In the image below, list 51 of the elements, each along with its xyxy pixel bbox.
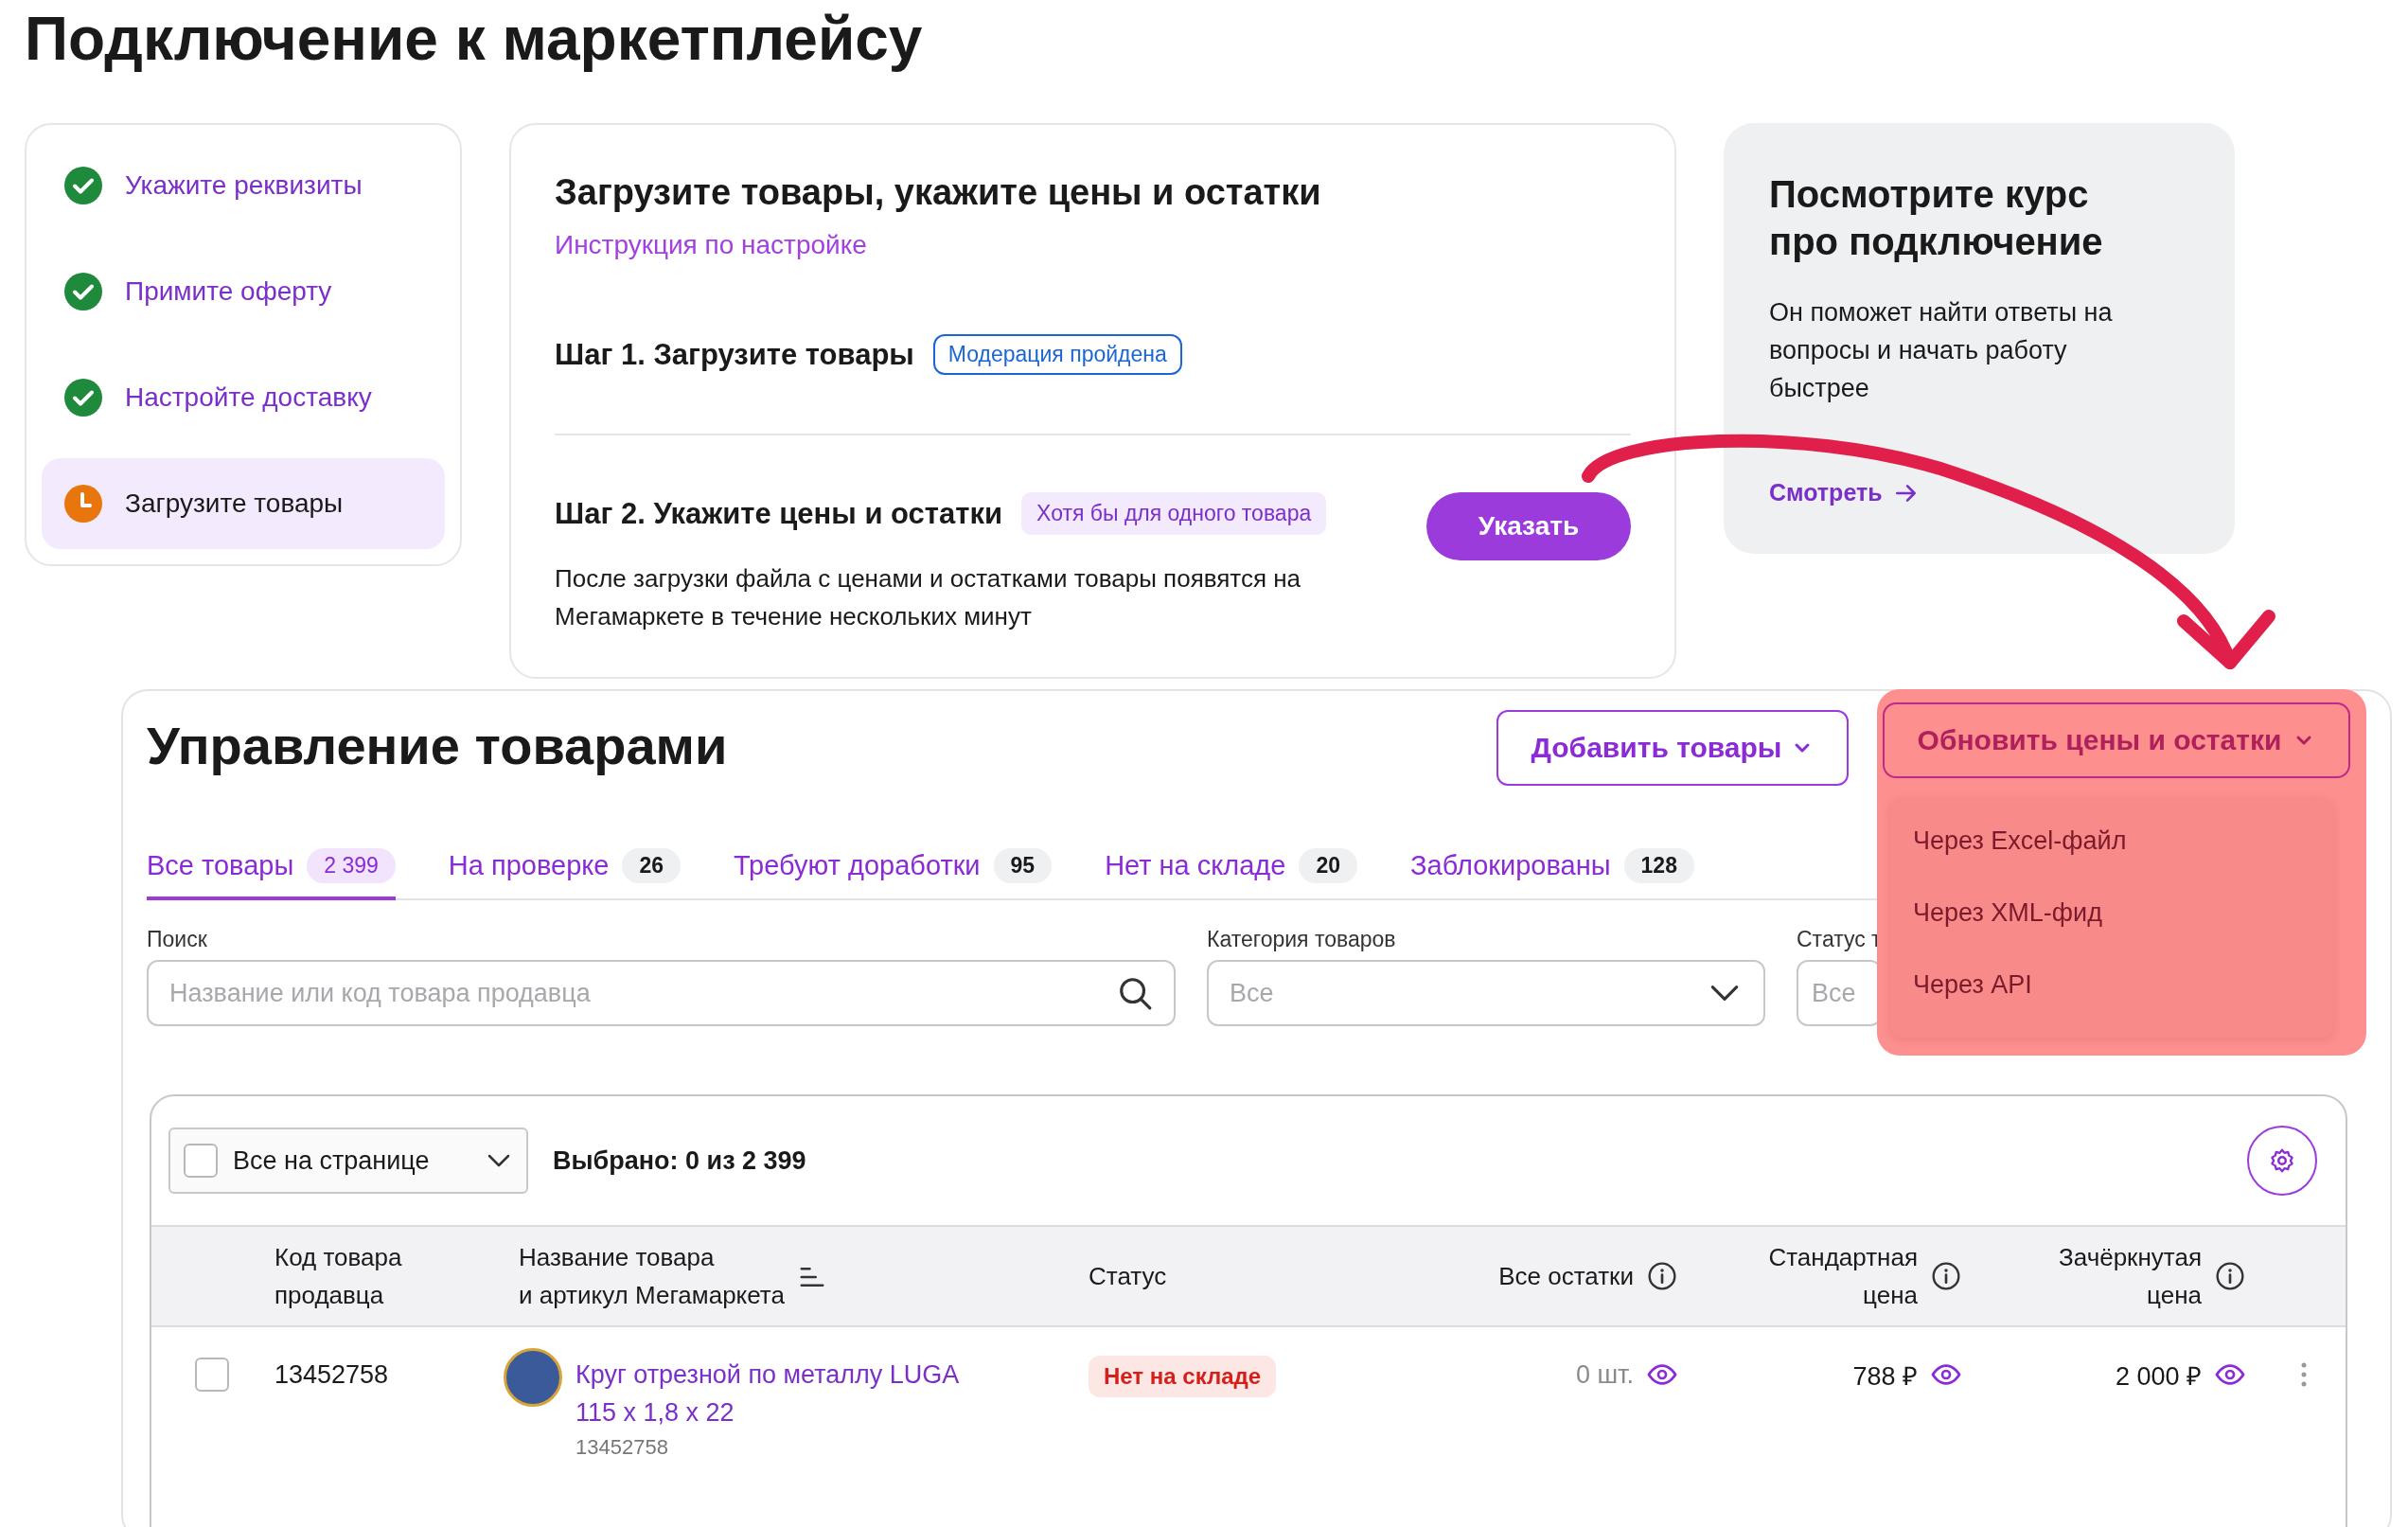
search-icon	[1117, 975, 1153, 1011]
menu-item[interactable]: Через API	[1890, 949, 2333, 1021]
status-badge: Модерация пройдена	[932, 334, 1182, 375]
tab[interactable]: На проверке 26	[448, 848, 682, 900]
step-item[interactable]: Настройте доставку	[42, 352, 445, 443]
select-all-dropdown[interactable]: Все на странице	[168, 1127, 528, 1194]
product-link[interactable]: Круг отрезной по металлу LUGA 115 х 1,8 х 22	[575, 1356, 992, 1431]
table-cell: 0 шт.	[1575, 1359, 1634, 1390]
tab[interactable]: Все товары 2 399	[147, 848, 396, 900]
step-item[interactable]: Укажите реквизиты	[42, 140, 445, 231]
table-cell: 13452758	[274, 1359, 389, 1390]
step-item[interactable]: Примите оферту	[42, 246, 445, 337]
card-text: Он поможет найти ответы на вопросы и начать работу быстрее	[1769, 297, 2114, 404]
column-header: Код товара продавца	[274, 1242, 402, 1311]
page-title: Подключение к маркетплейсу	[24, 4, 923, 75]
column-header: Зачёркнутая цена	[2059, 1242, 2202, 1311]
info-icon[interactable]	[1647, 1261, 1677, 1291]
column-header: Статус	[1089, 1261, 1167, 1292]
table-cell-text: 788 ₽	[1852, 1360, 1918, 1393]
more-icon[interactable]	[2300, 1361, 2308, 1388]
card-title: Загрузите товары, укажите цены и остатки	[555, 172, 1322, 213]
tab[interactable]: Требуют доработки 95	[734, 848, 1053, 900]
selection-count: Выбрано: 0 из 2 399	[553, 1145, 807, 1176]
checkbox[interactable]	[184, 1144, 218, 1178]
tab[interactable]: Нет на складе 20	[1105, 848, 1357, 900]
column-header: Стандартная цена	[1768, 1242, 1918, 1311]
step-description: После загрузки файла с ценами и остатками товары появятся на Мегамаркете в течение нескольких минут	[555, 563, 1302, 632]
add-products-button[interactable]: Добавить товары	[1496, 710, 1849, 786]
column-header: Название товара и артикул Мегамаркета	[519, 1242, 785, 1311]
menu-item[interactable]: Через XML-фид	[1890, 877, 2333, 949]
status-badge: Нет на складе	[1089, 1356, 1277, 1397]
specify-button[interactable]: Указать	[1426, 492, 1631, 560]
sku-text: 13452758	[575, 1435, 669, 1460]
watch-link[interactable]: Смотреть	[1769, 479, 1919, 506]
gear-icon	[2268, 1146, 2296, 1175]
info-icon[interactable]	[2215, 1261, 2245, 1291]
step-title: Шаг 2. Укажите цены и остатки	[555, 496, 1003, 531]
filter-label: Категория товаров	[1207, 927, 1397, 952]
hint-badge: Хотя бы для одного товара	[1021, 492, 1327, 535]
table-cell-text: 2 000 ₽	[2115, 1360, 2202, 1393]
section-title: Управление товарами	[147, 714, 729, 776]
column-header: Все остатки	[1498, 1261, 1634, 1292]
tab[interactable]: Заблокированы 128	[1410, 848, 1694, 900]
filter-label: Поиск	[147, 927, 208, 952]
row-checkbox[interactable]	[195, 1358, 229, 1392]
info-icon[interactable]	[1931, 1261, 1961, 1291]
instructions-link[interactable]: Инструкция по настройке	[555, 230, 867, 260]
step-item[interactable]: Загрузите товары	[42, 458, 445, 549]
menu-item[interactable]: Через Excel-файл	[1890, 805, 2333, 877]
step-title: Шаг 1. Загрузите товары	[555, 337, 914, 372]
card-title: Посмотрите курс про подключение	[1769, 172, 2104, 264]
